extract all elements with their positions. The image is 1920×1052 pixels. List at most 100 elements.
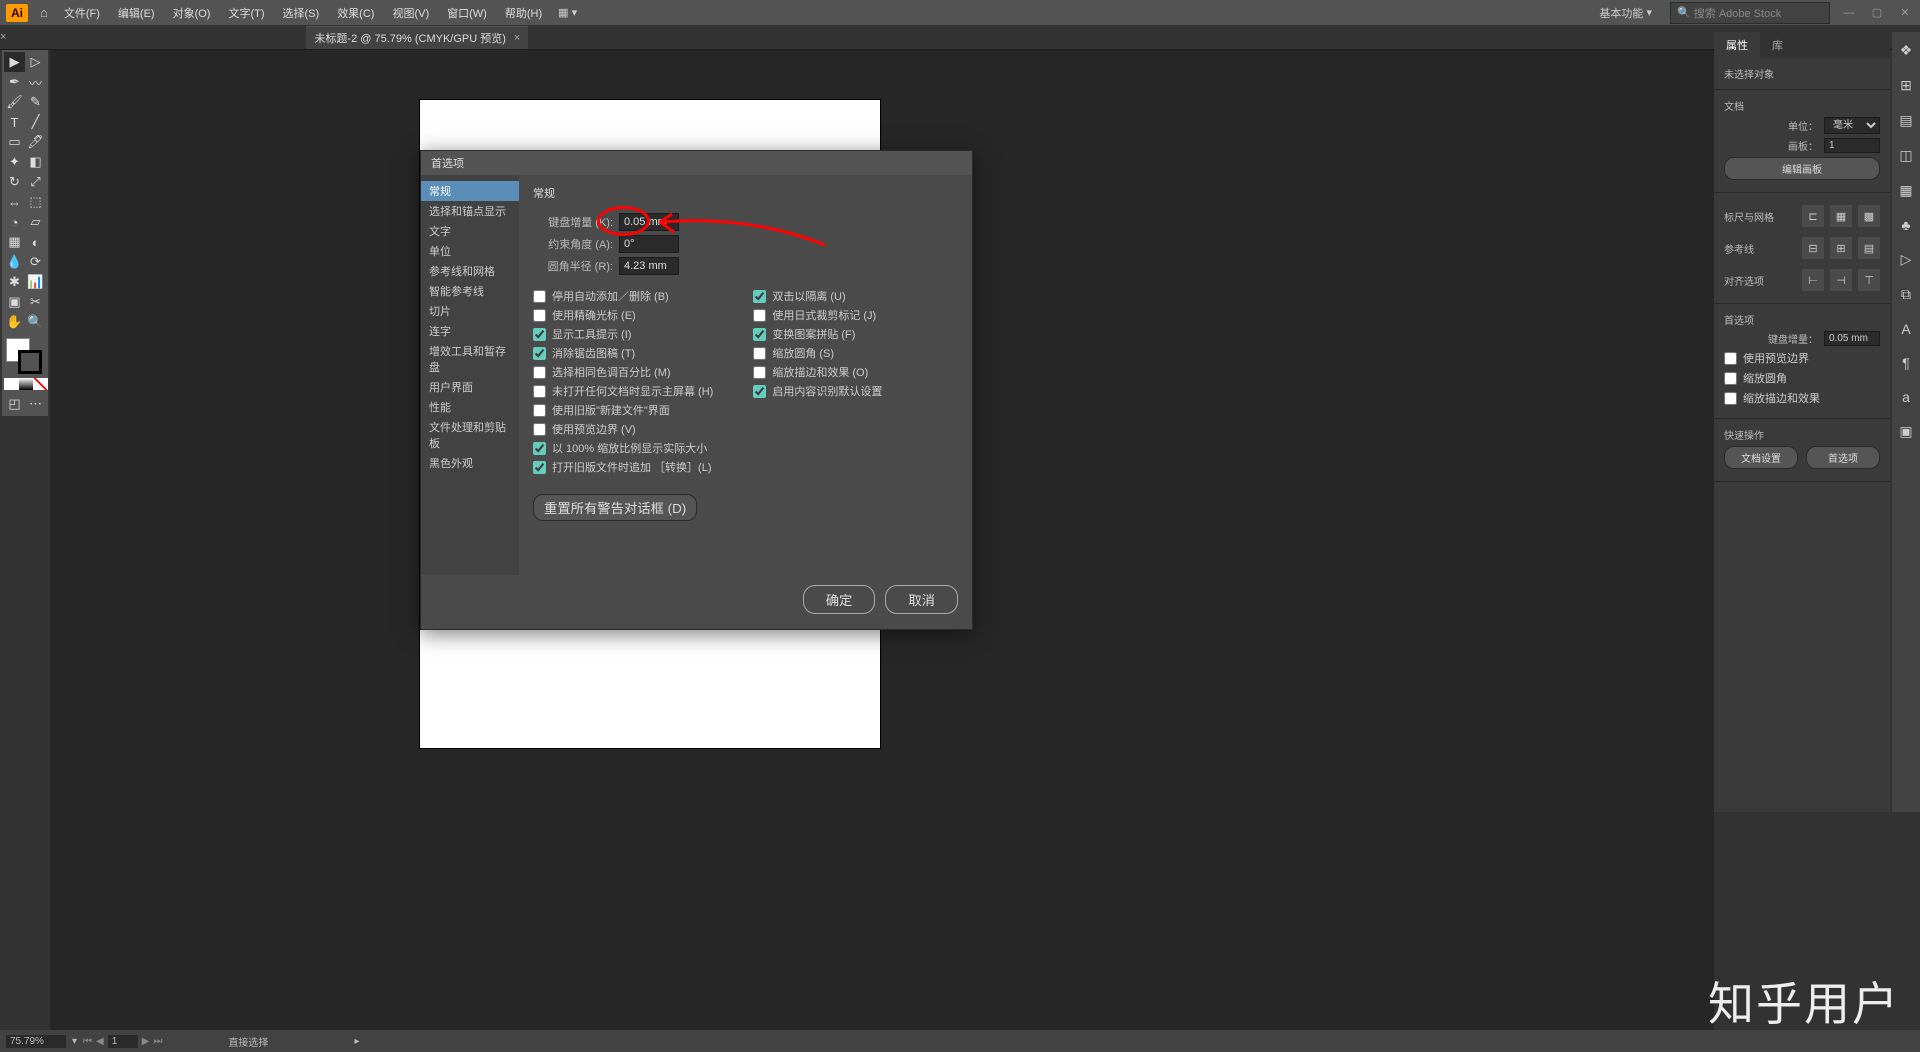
paintbrush-tool[interactable]: 🖊 bbox=[25, 132, 46, 152]
stroke-swatch[interactable] bbox=[18, 350, 42, 374]
pref-checkbox[interactable] bbox=[753, 290, 766, 303]
width-tool[interactable]: ⇔ bbox=[4, 192, 25, 212]
align-icon[interactable]: ⊞ bbox=[1900, 77, 1912, 94]
menu-type[interactable]: 文字(T) bbox=[220, 2, 272, 24]
window-minimize-icon[interactable]: — bbox=[1840, 6, 1858, 20]
rectangle-tool[interactable]: ▭ bbox=[4, 132, 25, 152]
doc-setup-button[interactable]: 文档设置 bbox=[1724, 446, 1798, 469]
shaper-tool[interactable]: ✦ bbox=[4, 152, 25, 172]
play-icon[interactable]: ▷ bbox=[1901, 251, 1912, 268]
snap-icon-2[interactable]: ⊣ bbox=[1830, 269, 1852, 291]
pref-checkbox[interactable] bbox=[533, 404, 546, 417]
scale-tool[interactable]: ⤢ bbox=[25, 172, 46, 192]
fill-stroke-control[interactable] bbox=[4, 336, 46, 376]
reset-warnings-button[interactable]: 重置所有警告对话框 (D) bbox=[533, 494, 697, 521]
artboard-tool[interactable]: ▣ bbox=[4, 292, 25, 312]
menu-object[interactable]: 对象(O) bbox=[165, 2, 219, 24]
blend-tool[interactable]: ⟳ bbox=[25, 252, 46, 272]
status-expand-icon[interactable]: ▸ bbox=[354, 1036, 359, 1047]
cat-type[interactable]: 文字 bbox=[421, 221, 519, 241]
ok-button[interactable]: 确定 bbox=[803, 585, 876, 614]
pen-tool[interactable]: ✒ bbox=[4, 72, 25, 92]
draw-normal-icon[interactable]: ◰ bbox=[4, 394, 25, 414]
prefs-button[interactable]: 首选项 bbox=[1806, 446, 1880, 469]
hand-tool[interactable]: ✋ bbox=[4, 312, 25, 332]
preview-bounds-checkbox[interactable] bbox=[1724, 352, 1737, 365]
pref-checkbox[interactable] bbox=[533, 461, 546, 474]
artboard-nav-input[interactable]: 1 bbox=[108, 1035, 138, 1048]
symbols-icon[interactable]: ▦ bbox=[1899, 182, 1912, 199]
cat-selection[interactable]: 选择和锚点显示 bbox=[421, 201, 519, 221]
cat-file-clipboard[interactable]: 文件处理和剪贴板 bbox=[421, 417, 519, 453]
cat-black[interactable]: 黑色外观 bbox=[421, 453, 519, 473]
type-tool[interactable]: T bbox=[4, 112, 25, 132]
cat-ui[interactable]: 用户界面 bbox=[421, 377, 519, 397]
asset-icon[interactable]: ▣ bbox=[1899, 423, 1912, 440]
key-increment-input[interactable] bbox=[619, 213, 679, 231]
edit-artboard-button[interactable]: 编辑画板 bbox=[1724, 157, 1880, 180]
pref-checkbox[interactable] bbox=[533, 366, 546, 379]
mesh-tool[interactable]: ▦ bbox=[4, 232, 25, 252]
direct-selection-tool[interactable]: ▷ bbox=[25, 52, 46, 72]
column-graph-tool[interactable]: 📊 bbox=[25, 272, 46, 292]
pref-checkbox[interactable] bbox=[533, 385, 546, 398]
cat-slices[interactable]: 切片 bbox=[421, 301, 519, 321]
swatch-gradient[interactable] bbox=[19, 378, 34, 390]
selection-tool[interactable]: ▶ bbox=[4, 52, 25, 72]
eraser-tool[interactable]: ◧ bbox=[25, 152, 46, 172]
first-artboard-icon[interactable]: ⏮ bbox=[83, 1036, 92, 1047]
pref-checkbox[interactable] bbox=[753, 328, 766, 341]
workspace-selector[interactable]: 基本功能 ▾ bbox=[1591, 2, 1660, 24]
grid-toggle-icon[interactable]: ▦ bbox=[1830, 205, 1852, 227]
cancel-button[interactable]: 取消 bbox=[885, 585, 958, 614]
guide-icon-2[interactable]: ⊞ bbox=[1830, 237, 1852, 259]
last-artboard-icon[interactable]: ⏭ bbox=[153, 1036, 162, 1047]
attributes-icon[interactable]: a bbox=[1902, 389, 1910, 405]
close-doc-icon[interactable]: × bbox=[0, 31, 6, 43]
type-panel-icon[interactable]: A bbox=[1901, 321, 1910, 337]
pref-checkbox[interactable] bbox=[533, 442, 546, 455]
snap-icon-1[interactable]: ⊢ bbox=[1802, 269, 1824, 291]
zoom-dropdown-icon[interactable]: ▾ bbox=[72, 1036, 77, 1047]
document-tab[interactable]: 未标题-2 @ 75.79% (CMYK/GPU 预览) × bbox=[306, 26, 528, 49]
brushes-icon[interactable]: ◫ bbox=[1899, 147, 1912, 164]
color-icon[interactable]: ♣ bbox=[1901, 217, 1910, 233]
swatches-icon[interactable]: ▤ bbox=[1899, 112, 1912, 129]
cat-plugins[interactable]: 增效工具和暂存盘 bbox=[421, 341, 519, 377]
pref-checkbox[interactable] bbox=[533, 423, 546, 436]
snap-icon-3[interactable]: ⊤ bbox=[1858, 269, 1880, 291]
glyphs-icon[interactable]: ¶ bbox=[1902, 355, 1910, 371]
cat-performance[interactable]: 性能 bbox=[421, 397, 519, 417]
corner-radius-input[interactable] bbox=[619, 257, 679, 275]
gradient-tool[interactable]: ◐ bbox=[25, 232, 46, 252]
shape-builder-tool[interactable]: ◔ bbox=[4, 212, 25, 232]
cat-units[interactable]: 单位 bbox=[421, 241, 519, 261]
pref-checkbox[interactable] bbox=[533, 347, 546, 360]
guide-icon-1[interactable]: ⊟ bbox=[1802, 237, 1824, 259]
pref-checkbox[interactable] bbox=[533, 328, 546, 341]
menu-file[interactable]: 文件(F) bbox=[56, 2, 108, 24]
cat-smart-guides[interactable]: 智能参考线 bbox=[421, 281, 519, 301]
guide-icon-3[interactable]: ▤ bbox=[1858, 237, 1880, 259]
cat-general[interactable]: 常规 bbox=[421, 181, 519, 201]
menu-edit[interactable]: 编辑(E) bbox=[110, 2, 163, 24]
tab-close-icon[interactable]: × bbox=[514, 32, 520, 44]
grid-icon[interactable]: ▦ ▾ bbox=[558, 6, 577, 19]
cat-guides[interactable]: 参考线和网格 bbox=[421, 261, 519, 281]
symbol-tool[interactable]: ✱ bbox=[4, 272, 25, 292]
tab-properties[interactable]: 属性 bbox=[1714, 32, 1760, 58]
key-inc-prop-input[interactable] bbox=[1824, 331, 1880, 346]
links-icon[interactable]: ⧉ bbox=[1901, 286, 1911, 303]
window-maximize-icon[interactable]: ▢ bbox=[1868, 6, 1886, 20]
blob-brush-tool[interactable]: ✎ bbox=[25, 92, 46, 112]
ruler-icon[interactable]: ⊏ bbox=[1802, 205, 1824, 227]
menu-help[interactable]: 帮助(H) bbox=[497, 2, 550, 24]
artboard-number-input[interactable] bbox=[1824, 138, 1880, 153]
pref-checkbox[interactable] bbox=[533, 309, 546, 322]
menu-window[interactable]: 窗口(W) bbox=[439, 2, 495, 24]
transparency-grid-icon[interactable]: ▩ bbox=[1858, 205, 1880, 227]
line-tool[interactable]: ╱ bbox=[25, 112, 46, 132]
window-close-icon[interactable]: ✕ bbox=[1896, 6, 1914, 20]
cat-hyphen[interactable]: 连字 bbox=[421, 321, 519, 341]
swatch-color[interactable] bbox=[4, 378, 19, 390]
